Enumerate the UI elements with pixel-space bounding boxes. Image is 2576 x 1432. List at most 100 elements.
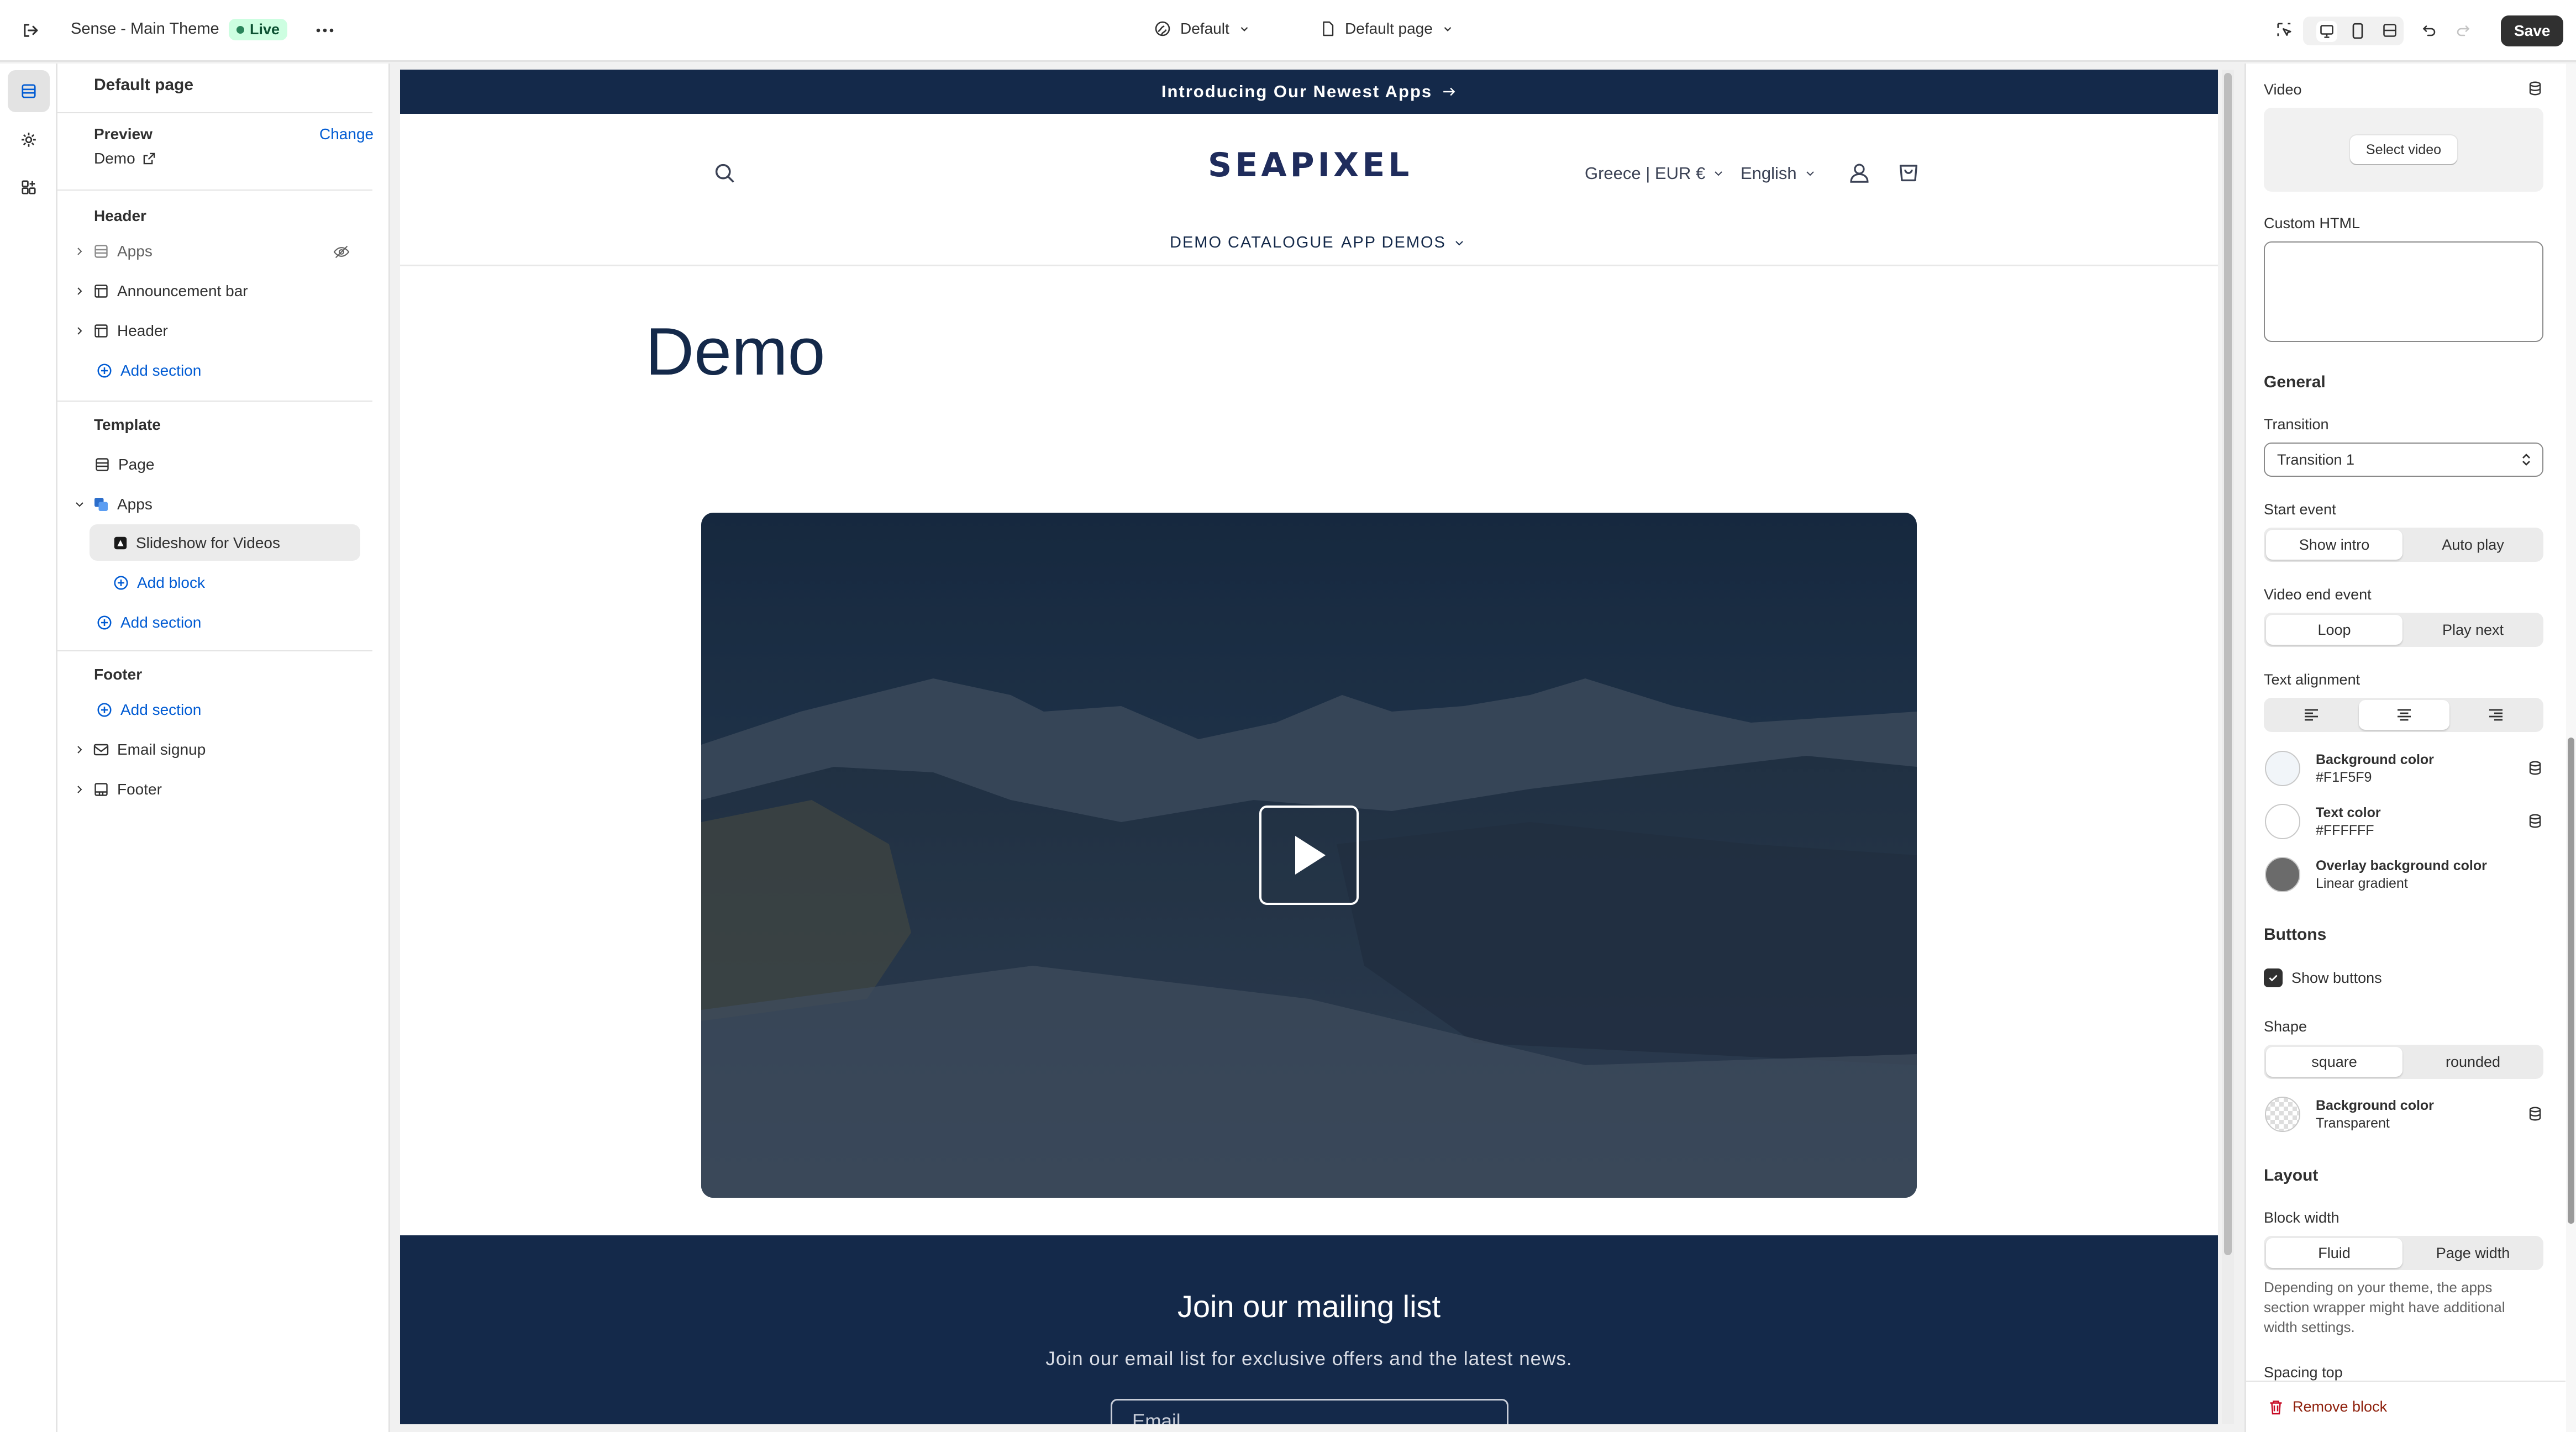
- preview-scrollbar[interactable]: [2222, 70, 2234, 1424]
- overlay-color-title: Overlay background color: [2316, 858, 2487, 873]
- video-slideshow[interactable]: [701, 513, 1917, 1198]
- scrollbar-thumb[interactable]: [2568, 738, 2574, 1224]
- add-section-label: Add section: [120, 701, 202, 718]
- add-section-header-button[interactable]: Add section: [96, 362, 201, 380]
- chevron-right-icon[interactable]: [74, 744, 85, 755]
- panel-scrollbar[interactable]: [2566, 64, 2576, 1432]
- button-background-swatch[interactable]: [2265, 1097, 2300, 1132]
- preview-value[interactable]: Demo: [94, 150, 156, 167]
- start-event-auto-play[interactable]: Auto play: [2405, 530, 2541, 560]
- show-buttons-checkbox[interactable]: [2264, 968, 2283, 987]
- language-selector[interactable]: English: [1741, 164, 1816, 183]
- exit-icon[interactable]: [21, 21, 40, 40]
- announcement-bar[interactable]: Introducing Our Newest Apps: [400, 70, 2218, 114]
- start-event-show-intro[interactable]: Show intro: [2266, 530, 2402, 560]
- plus-circle-icon: [96, 614, 113, 631]
- video-end-loop[interactable]: Loop: [2266, 615, 2402, 645]
- desktop-view-icon[interactable]: [2316, 21, 2337, 42]
- chevron-down-icon: [1805, 168, 1816, 179]
- site-logo[interactable]: SEAPIXEL: [1208, 146, 1412, 185]
- header-item-announcement-bar[interactable]: Announcement bar: [74, 282, 248, 300]
- save-button[interactable]: Save: [2501, 15, 2564, 46]
- video-end-play-next[interactable]: Play next: [2405, 615, 2541, 645]
- play-button[interactable]: [1259, 806, 1359, 905]
- scrollbar-thumb[interactable]: [2224, 73, 2232, 1255]
- align-left-icon[interactable]: [2266, 700, 2357, 730]
- align-center-icon[interactable]: [2359, 700, 2449, 730]
- remove-block-button[interactable]: Remove block: [2268, 1398, 2387, 1415]
- transition-select[interactable]: Transition 1: [2264, 443, 2543, 477]
- chevron-right-icon[interactable]: [74, 246, 85, 257]
- fullscreen-view-icon[interactable]: [2382, 22, 2398, 39]
- align-right-icon[interactable]: [2451, 700, 2541, 730]
- email-placeholder: Email: [1132, 1410, 1181, 1424]
- video-end-event-toggle: Loop Play next: [2264, 613, 2543, 647]
- template-item-page[interactable]: Page: [94, 456, 154, 473]
- redo-icon[interactable]: [2454, 22, 2471, 39]
- background-color-swatch[interactable]: [2265, 751, 2300, 786]
- country-selector[interactable]: Greece | EUR €: [1585, 164, 1724, 183]
- block-width-fluid[interactable]: Fluid: [2266, 1238, 2402, 1268]
- shape-rounded[interactable]: rounded: [2405, 1047, 2541, 1077]
- divider: [57, 189, 372, 191]
- left-rail: [0, 64, 57, 1432]
- shape-square[interactable]: square: [2266, 1047, 2402, 1077]
- email-input[interactable]: Email: [1111, 1399, 1508, 1424]
- header-item-header[interactable]: Header: [74, 322, 168, 340]
- plus-circle-icon: [96, 362, 113, 379]
- chevron-right-icon[interactable]: [74, 325, 85, 336]
- undo-icon[interactable]: [2421, 22, 2438, 39]
- text-color-swatch[interactable]: [2265, 804, 2300, 839]
- chevron-right-icon[interactable]: [74, 784, 85, 795]
- start-event-toggle: Show intro Auto play: [2264, 528, 2543, 562]
- panel-footer: Remove block: [2246, 1381, 2566, 1432]
- overlay-color-swatch[interactable]: [2265, 857, 2300, 892]
- account-icon[interactable]: [1847, 160, 1872, 186]
- default-selector-label: Default: [1180, 20, 1229, 37]
- globe-icon: [1154, 20, 1171, 38]
- theme-settings-icon[interactable]: [8, 119, 50, 161]
- sections-icon[interactable]: [8, 70, 50, 112]
- preview-label: Preview: [94, 125, 153, 143]
- nav-app-demos[interactable]: APP DEMOS: [1341, 234, 1465, 252]
- dynamic-source-icon[interactable]: [2527, 813, 2543, 832]
- add-block-label: Add block: [137, 574, 205, 591]
- block-label: Slideshow for Videos: [136, 534, 280, 551]
- default-selector[interactable]: Default: [1154, 20, 1250, 38]
- header-item-apps[interactable]: Apps: [74, 243, 153, 260]
- dynamic-source-icon[interactable]: [2527, 1105, 2543, 1125]
- chevron-down-icon[interactable]: [74, 499, 85, 510]
- dynamic-source-icon[interactable]: [2527, 80, 2543, 99]
- add-section-footer-button[interactable]: Add section: [96, 701, 201, 719]
- more-actions-icon[interactable]: [315, 22, 335, 39]
- select-video-button[interactable]: Select video: [2350, 135, 2457, 164]
- footer-item-email-signup[interactable]: Email signup: [74, 741, 206, 759]
- app-embeds-icon[interactable]: [8, 166, 50, 208]
- chevron-right-icon[interactable]: [74, 286, 85, 297]
- text-color-title: Text color: [2316, 805, 2381, 820]
- add-section-template-button[interactable]: Add section: [96, 614, 201, 631]
- page-selector[interactable]: Default page: [1319, 20, 1454, 38]
- custom-html-textarea[interactable]: [2264, 241, 2543, 342]
- block-slideshow-for-videos[interactable]: Slideshow for Videos: [113, 534, 280, 552]
- block-width-label: Block width: [2264, 1209, 2340, 1226]
- hidden-eye-icon[interactable]: [333, 245, 350, 259]
- mobile-view-icon[interactable]: [2351, 22, 2365, 40]
- checkmark-icon: [2269, 975, 2278, 982]
- section-icon: [93, 243, 109, 260]
- footer-item-footer[interactable]: Footer: [74, 781, 162, 798]
- change-preview-link[interactable]: Change: [319, 125, 374, 143]
- search-icon[interactable]: [713, 161, 737, 186]
- mailing-title: Join our mailing list: [1177, 1289, 1441, 1324]
- divider: [57, 112, 372, 113]
- add-block-button[interactable]: Add block: [113, 574, 205, 592]
- nav-demo-catalogue[interactable]: DEMO CATALOGUE: [1170, 234, 1334, 252]
- envelope-icon: [93, 741, 109, 758]
- template-item-apps[interactable]: Apps: [74, 496, 153, 513]
- template-item-label: Apps: [117, 496, 153, 513]
- dynamic-source-icon[interactable]: [2527, 760, 2543, 779]
- chevron-down-icon: [1454, 238, 1465, 249]
- cart-icon[interactable]: [1895, 159, 1922, 186]
- block-width-page-width[interactable]: Page width: [2405, 1238, 2541, 1268]
- inspector-icon[interactable]: [2275, 21, 2293, 39]
